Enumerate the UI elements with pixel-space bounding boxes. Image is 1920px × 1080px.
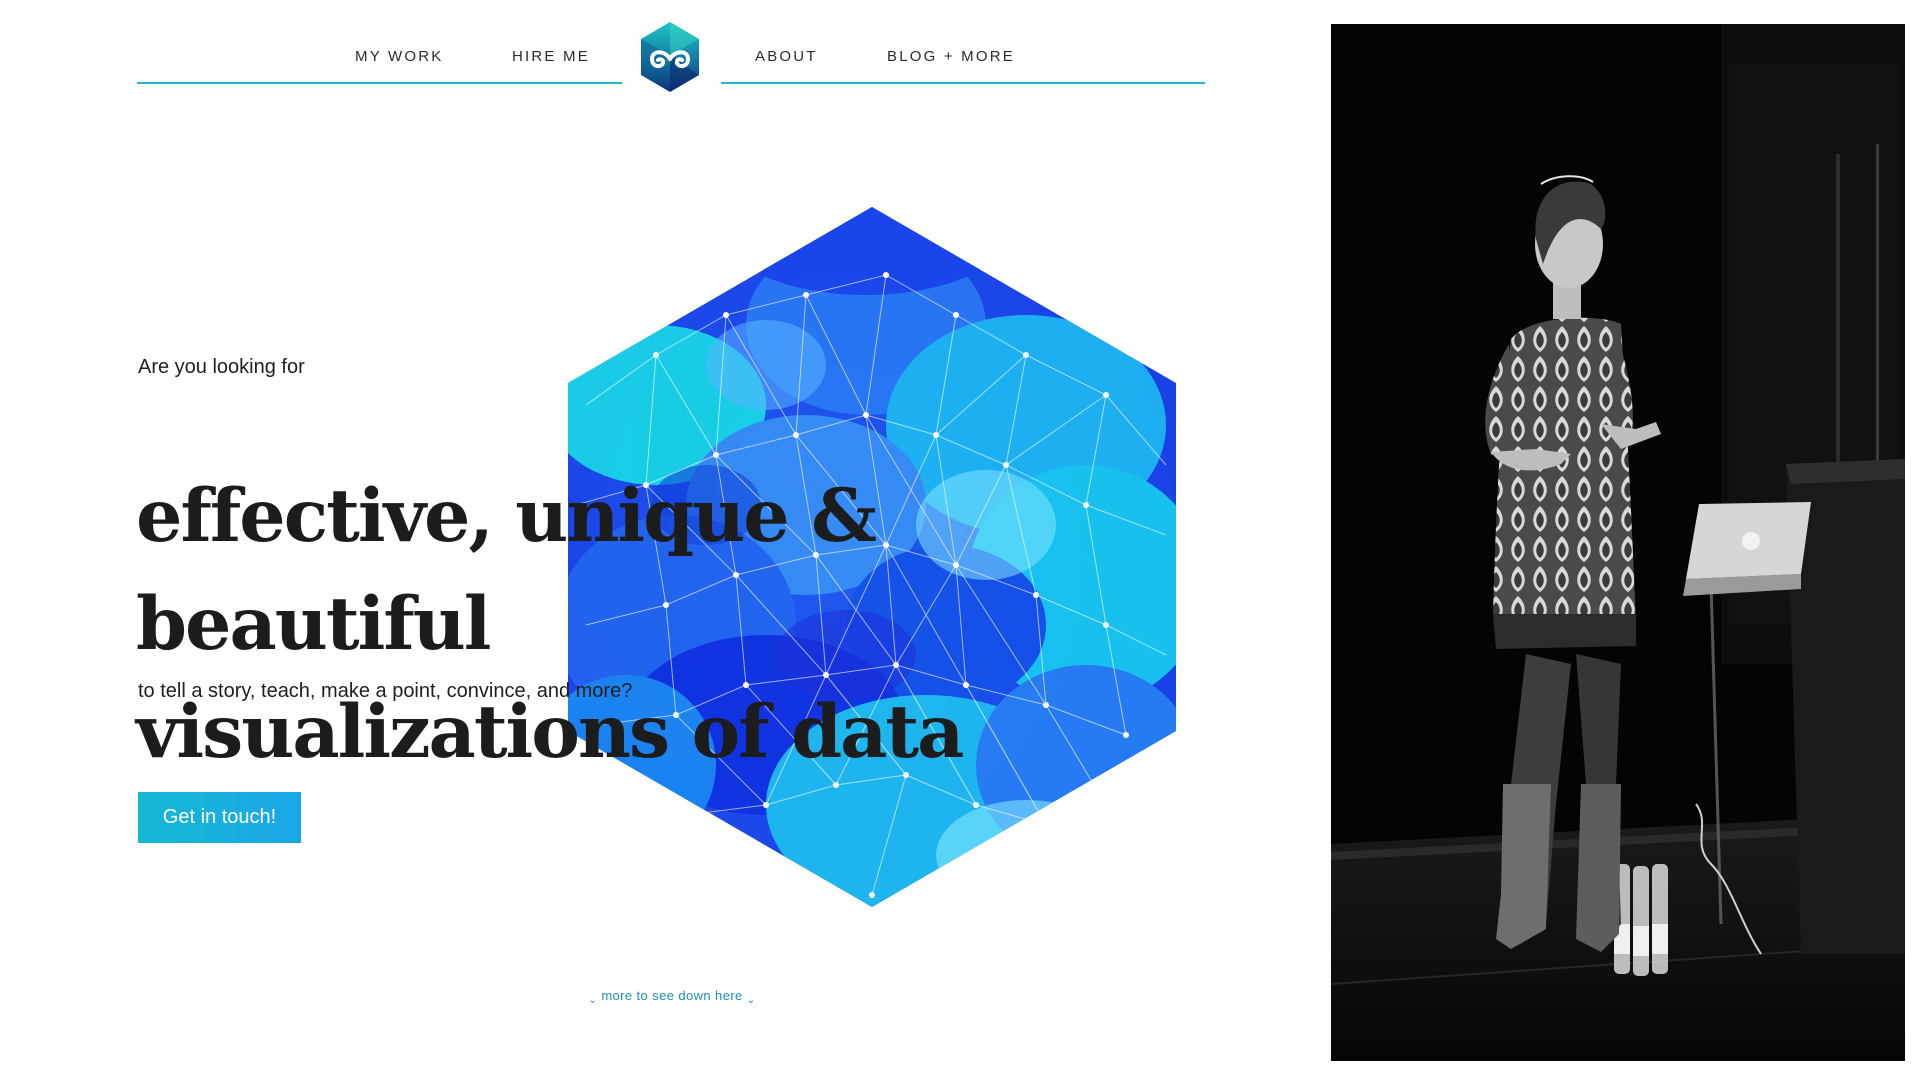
- hero-headline: effective, unique & beautiful visualizat…: [136, 462, 1236, 786]
- nav-my-work[interactable]: MY WORK: [355, 48, 443, 65]
- nav-hire-me[interactable]: HIRE ME: [512, 48, 590, 65]
- chevron-down-icon: ⌄: [588, 995, 598, 1006]
- get-in-touch-button[interactable]: Get in touch!: [138, 792, 301, 843]
- scroll-more-label: more to see down here: [601, 988, 743, 1003]
- speaker-on-stage-photo: [1331, 24, 1905, 1061]
- nav-about[interactable]: ABOUT: [755, 48, 818, 65]
- hero-headline-line-1: effective, unique & beautiful: [136, 473, 877, 667]
- hero-intro-text: Are you looking for: [138, 356, 305, 378]
- nav-blog-more[interactable]: BLOG + MORE: [887, 48, 1015, 65]
- infinity-eyes-logo-icon[interactable]: [639, 20, 701, 94]
- nav-divider-left: [137, 82, 622, 84]
- scroll-more-link[interactable]: ⌄ more to see down here ⌄: [582, 988, 762, 1006]
- hero-subtext: to tell a story, teach, make a point, co…: [138, 680, 633, 702]
- nav-divider-right: [721, 82, 1205, 84]
- chevron-down-icon: ⌄: [746, 995, 756, 1006]
